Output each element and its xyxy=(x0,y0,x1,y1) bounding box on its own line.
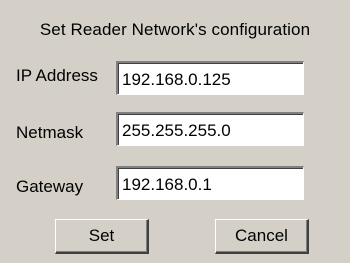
gateway-label: Gateway xyxy=(16,177,84,196)
netmask-label: Netmask xyxy=(16,123,84,142)
netmask-field[interactable] xyxy=(116,112,304,146)
ip-address-label: IP Address xyxy=(16,66,98,85)
ip-address-field[interactable] xyxy=(116,61,304,95)
network-config-dialog: Set Reader Network's configuration IP Ad… xyxy=(0,0,350,263)
cancel-button[interactable]: Cancel xyxy=(215,219,309,254)
set-button[interactable]: Set xyxy=(55,219,149,254)
dialog-title: Set Reader Network's configuration xyxy=(39,20,311,39)
gateway-field[interactable] xyxy=(116,166,304,200)
